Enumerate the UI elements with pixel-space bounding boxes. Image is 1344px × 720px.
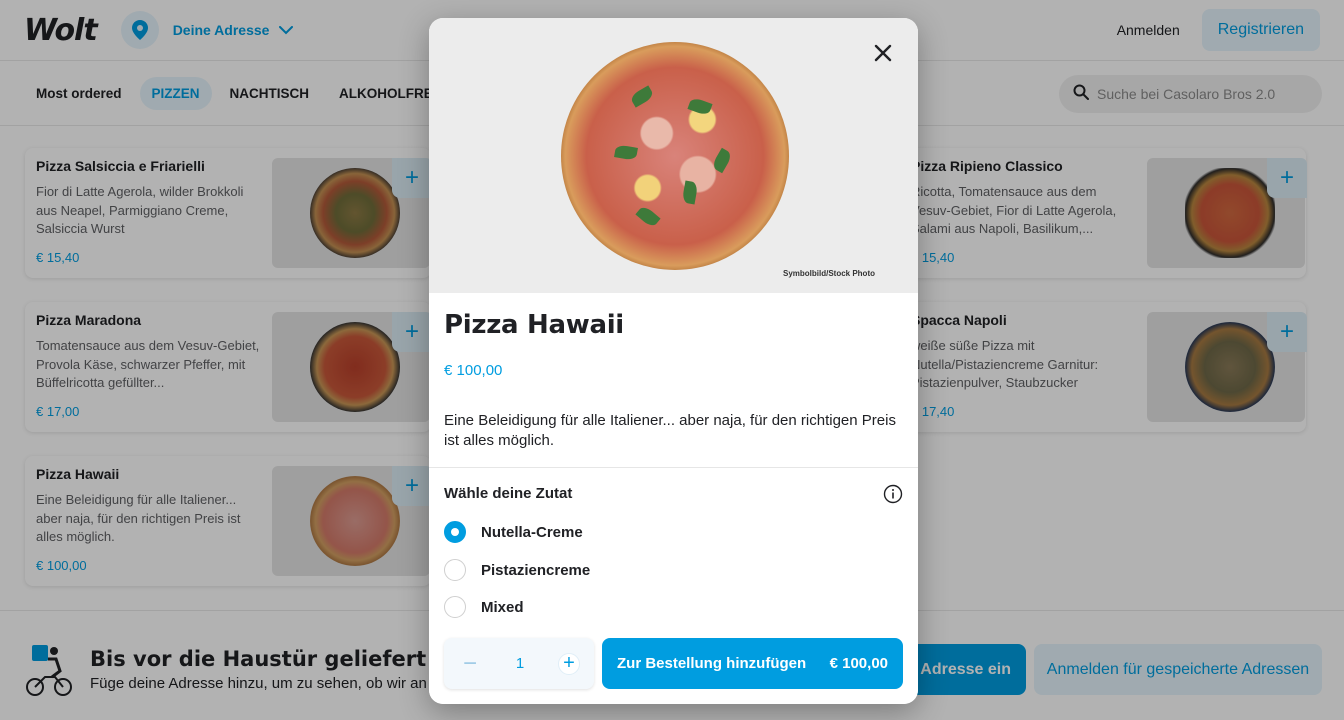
radio-button[interactable] <box>444 596 466 618</box>
radio-button-selected[interactable] <box>444 521 466 543</box>
add-button-price: € 100,00 <box>829 655 888 672</box>
option-pistaziencreme[interactable]: Pistaziencreme <box>444 559 590 581</box>
add-button-label: Zur Bestellung hinzufügen <box>617 655 807 672</box>
modal-action-bar: − 1 + Zur Bestellung hinzufügen € 100,00 <box>429 628 918 704</box>
add-to-order-button[interactable]: Zur Bestellung hinzufügen € 100,00 <box>602 638 903 689</box>
option-label: Pistaziencreme <box>481 561 591 579</box>
plus-icon[interactable]: + <box>558 652 580 675</box>
option-mixed[interactable]: Mixed <box>444 596 524 618</box>
pizza-image <box>561 42 789 270</box>
item-detail-modal: Symbolbild/Stock Photo Pizza Hawaii € 10… <box>429 18 918 704</box>
quantity-value: 1 <box>515 655 525 672</box>
item-description: Eine Beleidigung für alle Italiener... a… <box>444 412 896 449</box>
option-label: Nutella-Creme <box>481 523 583 541</box>
radio-button[interactable] <box>444 559 466 581</box>
option-label: Mixed <box>481 598 524 616</box>
item-title: Pizza Hawaii <box>444 310 624 340</box>
image-credit: Symbolbild/Stock Photo <box>782 269 875 278</box>
minus-icon[interactable]: − <box>458 650 482 678</box>
divider <box>429 467 918 468</box>
close-icon[interactable] <box>866 36 900 70</box>
item-price: € 100,00 <box>444 362 503 379</box>
item-hero-image: Symbolbild/Stock Photo <box>429 18 918 293</box>
option-group-heading: Wähle deine Zutat <box>444 485 573 502</box>
quantity-stepper: − 1 + <box>444 638 594 689</box>
option-nutella-creme[interactable]: Nutella-Creme <box>444 521 583 543</box>
info-icon[interactable] <box>883 484 903 509</box>
